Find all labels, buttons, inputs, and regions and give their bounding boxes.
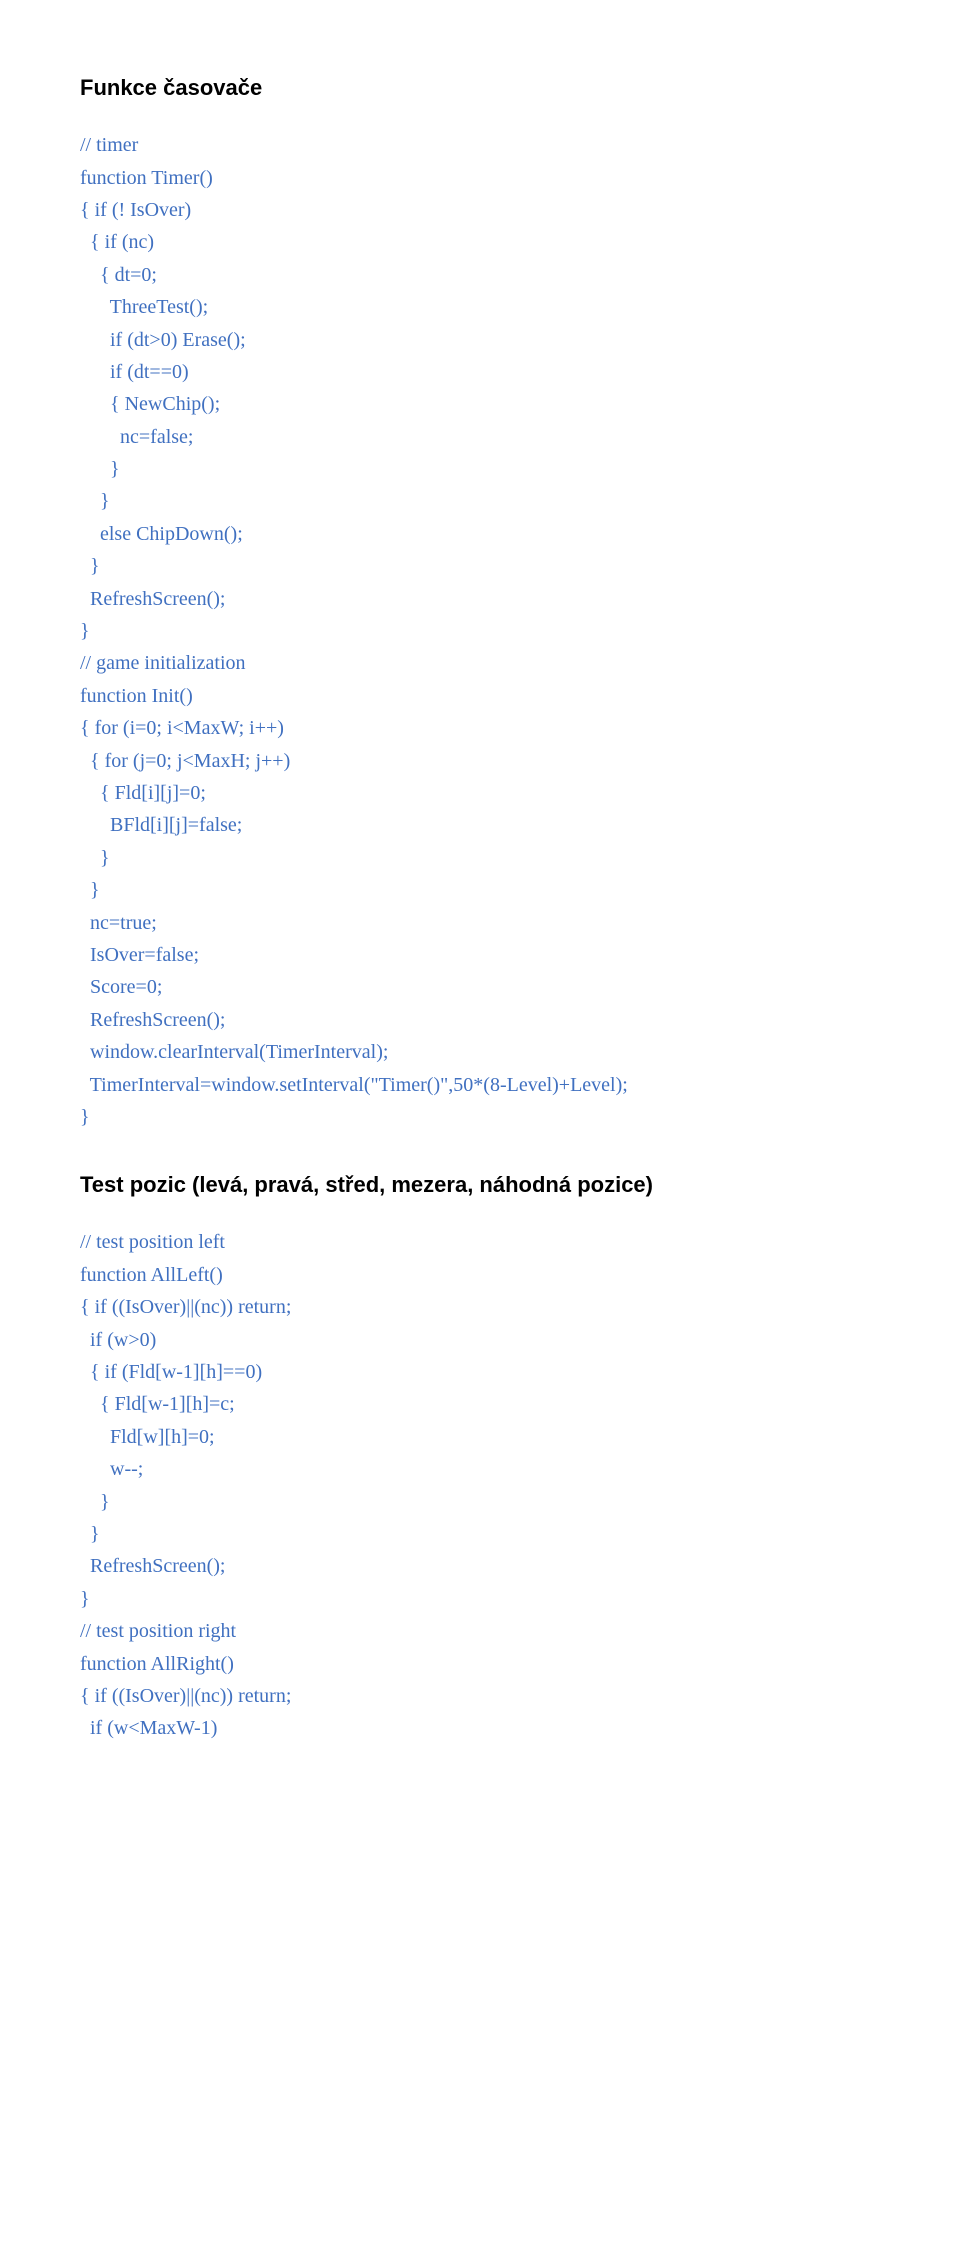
section-heading-2: Test pozic (levá, pravá, střed, mezera, … [80, 1167, 880, 1202]
section-heading-1: Funkce časovače [80, 70, 880, 105]
code-block-1: // timer function Timer() { if (! IsOver… [80, 129, 880, 1133]
code-block-2: // test position left function AllLeft()… [80, 1226, 880, 1744]
